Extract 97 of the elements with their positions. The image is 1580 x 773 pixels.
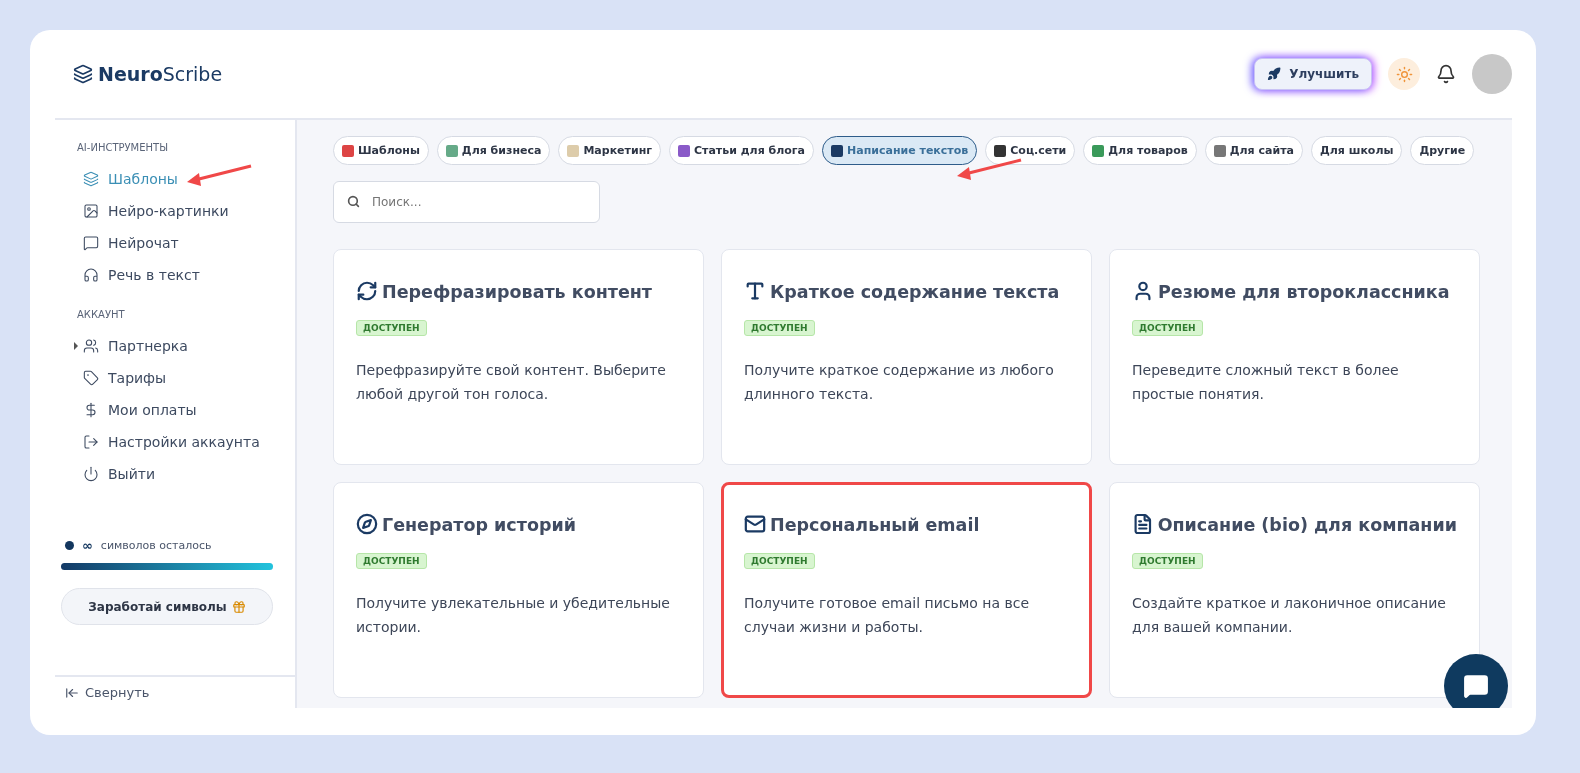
upgrade-button[interactable]: Улучшить: [1254, 58, 1372, 90]
sidebar-item[interactable]: Настройки аккаунта: [55, 426, 295, 458]
image-icon: [83, 203, 99, 219]
category-chip[interactable]: Маркетинг: [558, 136, 661, 165]
speech-bubble-icon: [83, 235, 99, 251]
sidebar-item[interactable]: Нейро-картинки: [55, 195, 295, 227]
logo-icon: [73, 64, 93, 84]
notifications-icon[interactable]: [1436, 64, 1456, 84]
logo-text: NeuroScribe: [98, 63, 223, 85]
category-chip[interactable]: Для школы: [1310, 136, 1403, 165]
category-icon: [445, 144, 458, 157]
category-icon: [1213, 144, 1226, 157]
section-title: AI-ИНСТРУМЕНТЫ: [76, 142, 169, 155]
card-title: Краткое содержание текста: [770, 282, 1060, 302]
person-icon: [1132, 280, 1154, 302]
item-label: Нейрочат: [108, 235, 179, 251]
status-badge: ДОСТУПЕН: [356, 320, 427, 336]
category-icon: [342, 144, 354, 157]
template-card[interactable]: Генератор историй ДОСТУПЕН Получите увлекательные и убедительные истории.: [333, 482, 704, 698]
collapse-icon: [65, 685, 79, 700]
category-icon: [994, 144, 1007, 157]
status-badge: ДОСТУПЕН: [1132, 553, 1203, 569]
item-label: Тарифы: [108, 370, 167, 386]
card-description: Переведите сложный текст в более простые понятия.: [1132, 361, 1400, 404]
theme-toggle[interactable]: [1388, 58, 1420, 90]
credits-amount: ∞: [82, 538, 93, 553]
sidebar-item[interactable]: Шаблоны: [55, 163, 295, 195]
item-label: Настройки аккаунта: [108, 434, 260, 450]
template-card[interactable]: Персональный email ДОСТУПЕН Получите готовое email письмо на все случаи жизни и работы.: [721, 482, 1092, 698]
sidebar-item[interactable]: Выйти: [55, 458, 295, 490]
collapse-button[interactable]: Свернуть: [55, 675, 295, 708]
earn-button[interactable]: Заработай символы: [61, 588, 273, 625]
category-chip[interactable]: Другие: [1410, 136, 1475, 165]
category-chip[interactable]: Написание текстов: [822, 136, 978, 165]
card-title: Резюме для второклассника: [1158, 282, 1450, 302]
sun-icon: [1395, 65, 1413, 83]
gift-icon: [231, 599, 246, 614]
compass-icon: [356, 513, 378, 535]
section-title: АККАУНТ: [76, 309, 126, 322]
item-label: Нейро-картинки: [108, 203, 229, 219]
category-chip[interactable]: Статьи для блога: [669, 136, 815, 165]
annotation-arrow: [185, 164, 253, 188]
document-icon: [1132, 513, 1154, 535]
status-dot: [65, 541, 74, 550]
template-card[interactable]: Перефразировать контент ДОСТУПЕН Перефразируйте свой контент. Выберите любой другой тон голоса.: [333, 249, 704, 465]
search-field[interactable]: Поиск...: [333, 181, 600, 223]
item-label: Шаблоны: [108, 171, 178, 187]
category-chip[interactable]: Шаблоны: [333, 136, 429, 165]
template-card[interactable]: Описание (bio) для компании ДОСТУПЕН Создайте краткое и лаконичное описание для вашей компании.: [1109, 482, 1480, 698]
card-description: Получите увлекательные и убедительные истории.: [356, 594, 671, 637]
sidebar-item[interactable]: Партнерка: [55, 330, 295, 362]
status-badge: ДОСТУПЕН: [744, 553, 815, 569]
category-icon: [1092, 144, 1105, 157]
template-card[interactable]: Краткое содержание текста ДОСТУПЕН Получите краткое содержание из любого длинного текста.: [721, 249, 1092, 465]
annotation-arrow: [955, 158, 1023, 182]
card-title: Описание (bio) для компании: [1157, 515, 1457, 535]
status-badge: ДОСТУПЕН: [744, 320, 815, 336]
status-badge: ДОСТУПЕН: [1132, 320, 1203, 336]
card-description: Перефразируйте свой контент. Выберите любой другой тон голоса.: [356, 361, 667, 404]
layers-icon: [83, 171, 99, 187]
headphones-icon: [83, 267, 99, 283]
category-chip[interactable]: Для сайта: [1204, 136, 1303, 165]
category-chip[interactable]: Соц.сети: [985, 136, 1076, 165]
category-chip[interactable]: Для бизнеса: [436, 136, 551, 165]
category-icon: [831, 144, 844, 157]
card-title: Генератор историй: [382, 515, 576, 535]
template-card[interactable]: Резюме для второклассника ДОСТУПЕН Переведите сложный текст в более простые понятия.: [1109, 249, 1480, 465]
item-label: Выйти: [108, 466, 155, 482]
sidebar-item[interactable]: Речь в текст: [55, 259, 295, 291]
caret-icon: [74, 342, 78, 350]
users-icon: [83, 338, 99, 354]
credits-label: символов осталось: [100, 539, 212, 552]
status-badge: ДОСТУПЕН: [356, 553, 427, 569]
chat-button[interactable]: [1444, 654, 1508, 708]
tag-icon: [83, 370, 99, 386]
card-description: Получите краткое содержание из любого длинного текста.: [744, 361, 1055, 404]
power-icon: [83, 466, 99, 482]
dollar-icon: [83, 402, 99, 418]
category-icon: [567, 144, 580, 157]
sidebar-item[interactable]: Тарифы: [55, 362, 295, 394]
card-title: Перефразировать контент: [382, 282, 652, 302]
item-label: Мои оплаты: [108, 402, 197, 418]
sidebar-item[interactable]: Мои оплаты: [55, 394, 295, 426]
card-title: Персональный email: [770, 515, 980, 535]
card-description: Получите готовое email письмо на все случаи жизни и работы.: [744, 594, 1031, 637]
envelope-icon: [744, 513, 766, 535]
speech-bubble-icon: [1463, 673, 1489, 699]
category-chip[interactable]: Для товаров: [1083, 136, 1197, 165]
sidebar-item[interactable]: Нейрочат: [55, 227, 295, 259]
logout-icon: [83, 434, 99, 450]
text-icon: [744, 280, 766, 302]
category-icon: [678, 144, 690, 157]
item-label: Речь в текст: [108, 267, 200, 283]
item-label: Партнерка: [108, 338, 188, 354]
rocket-icon: [1267, 67, 1282, 81]
card-description: Создайте краткое и лаконичное описание для вашей компании.: [1132, 594, 1447, 637]
refresh-icon: [356, 280, 378, 302]
